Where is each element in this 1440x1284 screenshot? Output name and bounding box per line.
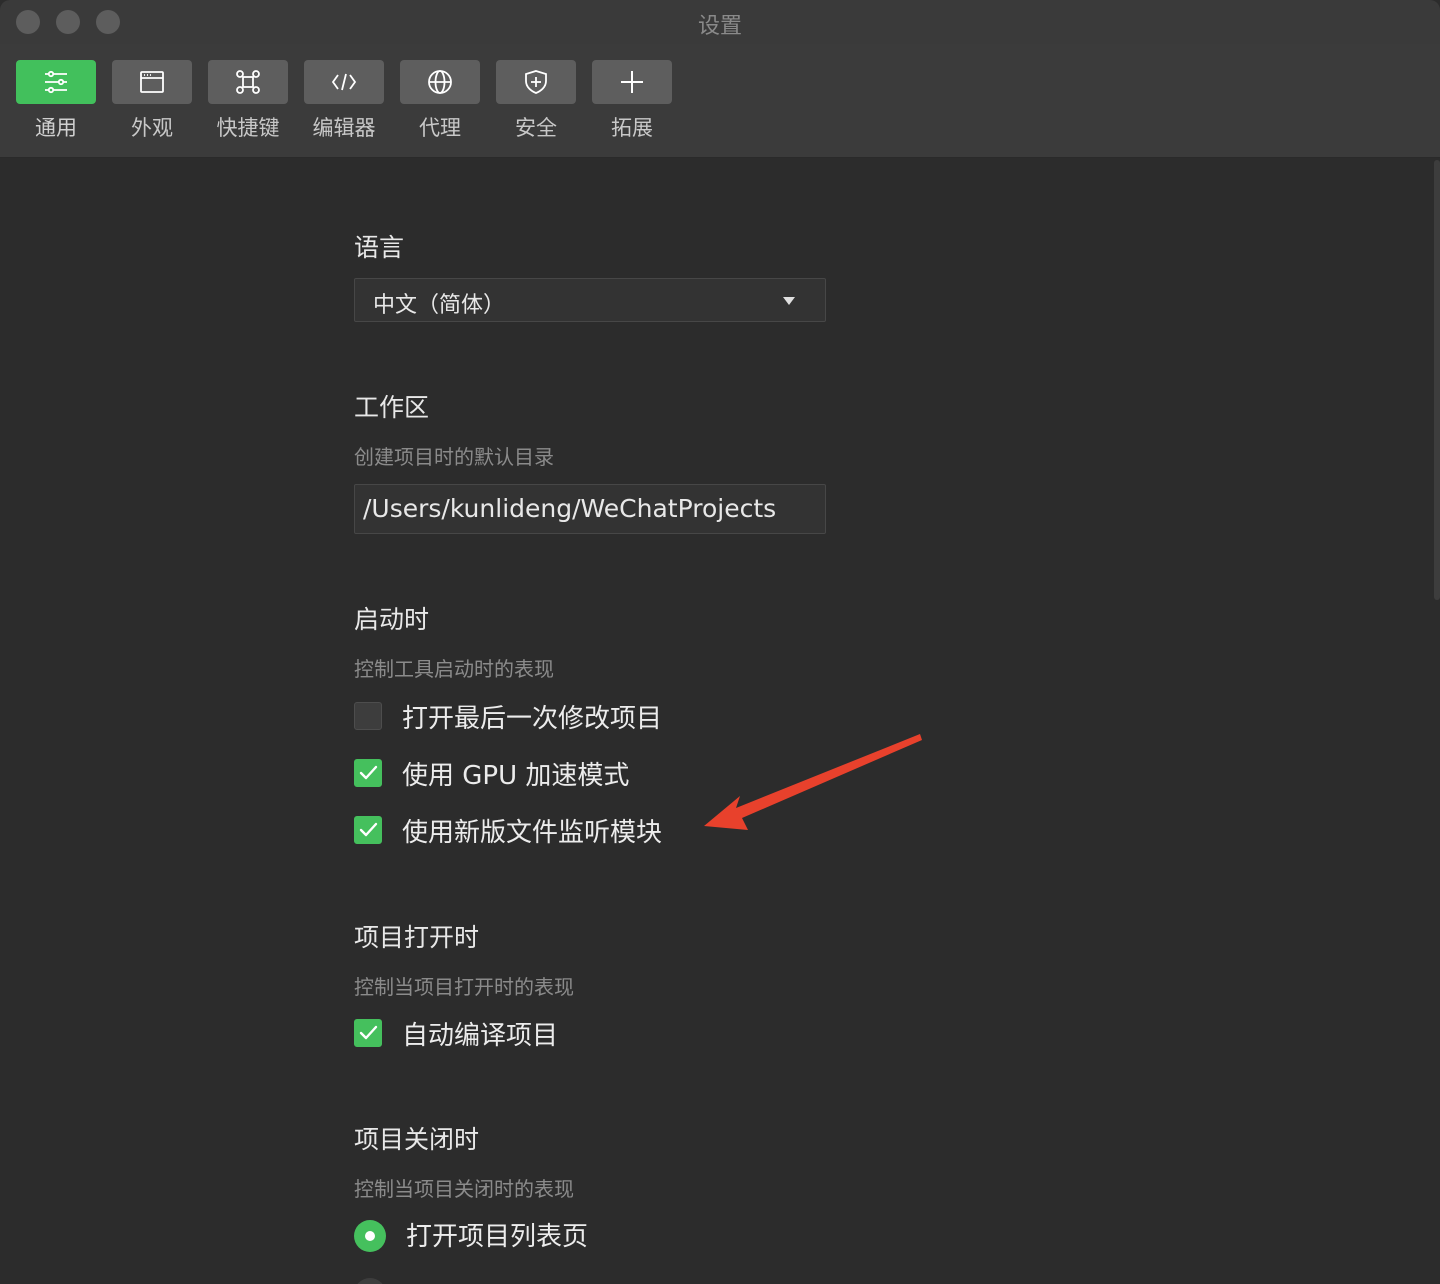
tab-general-button[interactable] [16,60,96,104]
tab-appearance-button[interactable] [112,60,192,104]
tab-general-label: 通用 [35,116,77,140]
auto-compile-checkbox[interactable] [354,1019,382,1047]
title-bar: 设置 [0,0,1440,44]
gpu-acceleration-checkbox[interactable] [354,759,382,787]
tab-editor-label: 编辑器 [312,116,376,140]
globe-icon [428,70,452,94]
command-key-icon [236,70,260,94]
open-last-project-label: 打开最后一次修改项目 [402,704,663,734]
gpu-acceleration-label: 使用 GPU 加速模式 [402,761,630,791]
shield-icon [525,70,547,94]
project-close-section-title: 项目关闭时 [354,1125,480,1154]
tab-extensions-button[interactable] [592,60,672,104]
checkmark-icon [359,822,378,837]
tab-general[interactable]: 通用 [16,60,96,150]
settings-toolbar: 通用 外观 快捷键 编辑器 代理 安全 拓展 [0,44,1440,158]
caret-down-icon [783,297,795,305]
new-file-watcher-checkbox[interactable] [354,816,382,844]
startup-section-title: 启动时 [354,605,430,634]
settings-content: 语言 中文（简体） 工作区 创建项目时的默认目录 /Users/kunliden… [0,158,1434,1284]
window-icon [140,71,164,93]
window-title: 设置 [697,14,742,39]
scrollbar-thumb[interactable] [1434,160,1440,600]
new-file-watcher-label: 使用新版文件监听模块 [402,818,663,848]
tab-editor[interactable]: 编辑器 [304,60,384,150]
workspace-section-title: 工作区 [354,393,430,422]
tab-security[interactable]: 安全 [496,60,576,150]
open-last-project-checkbox[interactable] [354,702,382,730]
project-open-section-title: 项目打开时 [354,923,480,952]
tab-appearance-label: 外观 [131,116,173,140]
second-close-option-radio[interactable] [354,1278,386,1284]
tab-proxy-label: 代理 [419,116,461,140]
project-close-section-desc: 控制当项目关闭时的表现 [354,1177,574,1201]
checkmark-icon [359,1025,378,1040]
tab-extensions[interactable]: 拓展 [592,60,672,150]
tab-extensions-label: 拓展 [611,116,653,140]
workspace-path-field[interactable]: /Users/kunlideng/WeChatProjects [354,484,826,534]
workspace-section-desc: 创建项目时的默认目录 [354,445,554,469]
tab-editor-button[interactable] [304,60,384,104]
language-select-value: 中文（简体） [373,293,506,318]
plus-icon [621,71,643,93]
tab-appearance[interactable]: 外观 [112,60,192,150]
open-project-list-radio[interactable] [354,1220,386,1252]
language-section-title: 语言 [354,233,405,262]
tab-shortcuts-label: 快捷键 [216,116,280,140]
project-open-section-desc: 控制当项目打开时的表现 [354,975,574,999]
code-icon [331,73,357,91]
tab-security-button[interactable] [496,60,576,104]
checkmark-icon [359,765,378,780]
startup-section-desc: 控制工具启动时的表现 [354,657,554,681]
tab-security-label: 安全 [515,116,557,140]
open-project-list-label: 打开项目列表页 [406,1222,589,1252]
tab-shortcuts[interactable]: 快捷键 [208,60,288,150]
settings-window: 设置 通用 外观 快捷键 编辑器 代理 安全 拓展 语言 中文（简体） 工作区 … [0,0,1440,1284]
auto-compile-label: 自动编译项目 [402,1021,559,1051]
tab-shortcuts-button[interactable] [208,60,288,104]
tab-proxy[interactable]: 代理 [400,60,480,150]
tab-proxy-button[interactable] [400,60,480,104]
sliders-icon [45,70,67,94]
language-select[interactable]: 中文（简体） [354,278,826,322]
